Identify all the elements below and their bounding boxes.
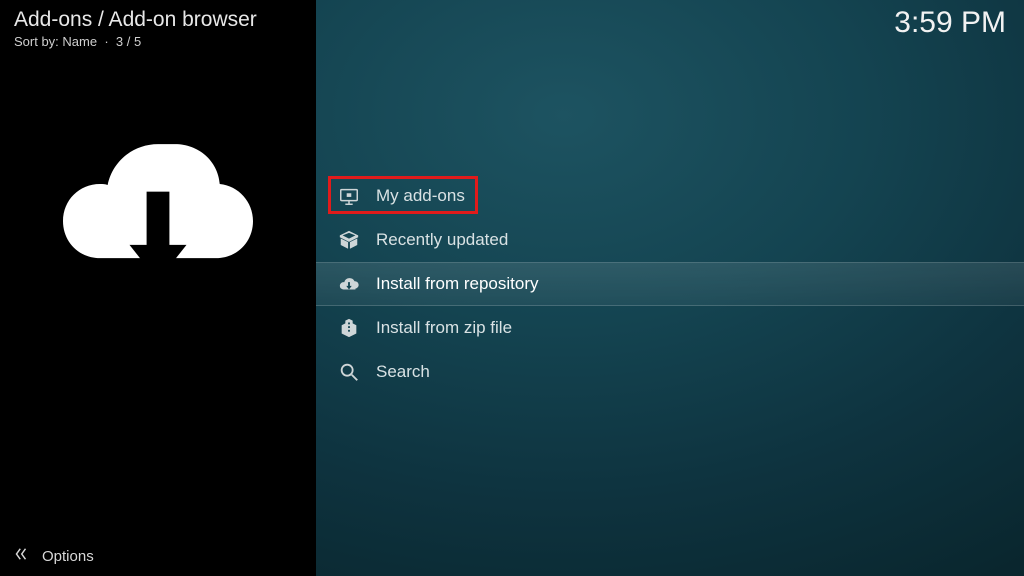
- box-icon: [338, 229, 360, 251]
- options-icon: [12, 545, 30, 567]
- list-item[interactable]: Search: [316, 350, 1024, 394]
- monitor-icon: [338, 185, 360, 207]
- zip-icon: [338, 317, 360, 339]
- category-cloud-download-icon: [0, 131, 316, 296]
- list-item-label: My add-ons: [376, 186, 465, 206]
- sort-status: Sort by: Name · 3 / 5: [14, 34, 304, 49]
- list-item-label: Install from zip file: [376, 318, 512, 338]
- list-item[interactable]: Recently updated: [316, 218, 1024, 262]
- list-item-label: Recently updated: [376, 230, 508, 250]
- list-item[interactable]: My add-ons: [316, 174, 1024, 218]
- sort-label: Sort by:: [14, 34, 59, 49]
- sort-value: Name: [62, 34, 97, 49]
- clock: 3:59 PM: [894, 6, 1006, 40]
- sidebar: Add-ons / Add-on browser Sort by: Name ·…: [0, 0, 316, 576]
- options-label: Options: [42, 548, 94, 565]
- header: Add-ons / Add-on browser Sort by: Name ·…: [0, 0, 316, 53]
- list-position: 3 / 5: [116, 34, 141, 49]
- search-icon: [338, 361, 360, 383]
- options-button[interactable]: Options: [0, 536, 316, 576]
- list-item[interactable]: Install from repository: [316, 262, 1024, 306]
- sort-sep: ·: [104, 34, 108, 49]
- list-item-label: Search: [376, 362, 430, 382]
- content-area: 3:59 PM My add-ons Recently updated Instal…: [316, 0, 1024, 576]
- list-item-label: Install from repository: [376, 274, 539, 294]
- breadcrumb: Add-ons / Add-on browser: [14, 8, 304, 32]
- list-item[interactable]: Install from zip file: [316, 306, 1024, 350]
- cloud-down-icon: [338, 273, 360, 295]
- addon-browser-list: My add-ons Recently updated Install from r…: [316, 174, 1024, 394]
